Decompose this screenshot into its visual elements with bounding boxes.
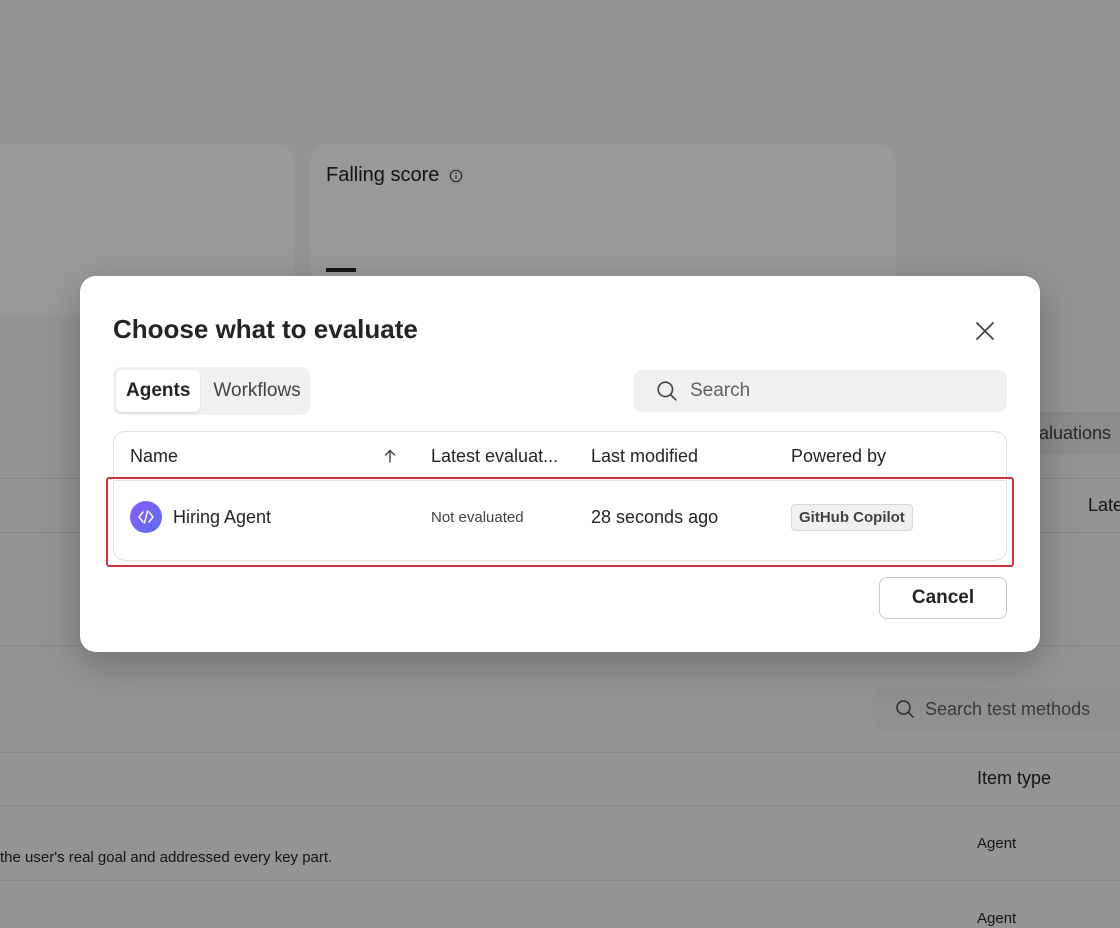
agent-name: Hiring Agent [173,506,272,527]
last-modified-column-header[interactable]: Last modified [591,432,698,480]
arrow-up-icon [384,449,396,463]
agents-table: Name Latest evaluat... Last modified Pow… [113,431,1007,561]
table-header: Name Latest evaluat... Last modified Pow… [114,432,1006,481]
item-type-tabs: Agents Workflows [113,367,310,415]
name-column-header[interactable]: Name [130,432,178,480]
dialog-search [634,370,1007,412]
tab-agents[interactable]: Agents [116,370,201,412]
tab-workflows[interactable]: Workflows [203,370,310,412]
table-row[interactable]: Hiring Agent Not evaluated 28 seconds ag… [114,481,1006,553]
close-icon [976,322,994,340]
powered-by-column-header[interactable]: Powered by [791,432,886,480]
close-button[interactable] [970,316,1000,346]
latest-evaluation-column-header[interactable]: Latest evaluat... [431,432,558,480]
choose-evaluate-dialog: Choose what to evaluate Agents Workflows… [80,276,1040,652]
last-modified-cell: 28 seconds ago [591,506,719,527]
sort-button[interactable] [382,432,398,480]
latest-evaluation-cell: Not evaluated [431,508,524,526]
search-input[interactable] [688,379,992,403]
powered-by-badge: GitHub Copilot [791,503,913,531]
code-icon [138,510,154,524]
agent-avatar [130,501,162,533]
cancel-button[interactable]: Cancel [879,577,1007,619]
dialog-title: Choose what to evaluate [113,314,418,344]
search-icon [657,381,677,401]
